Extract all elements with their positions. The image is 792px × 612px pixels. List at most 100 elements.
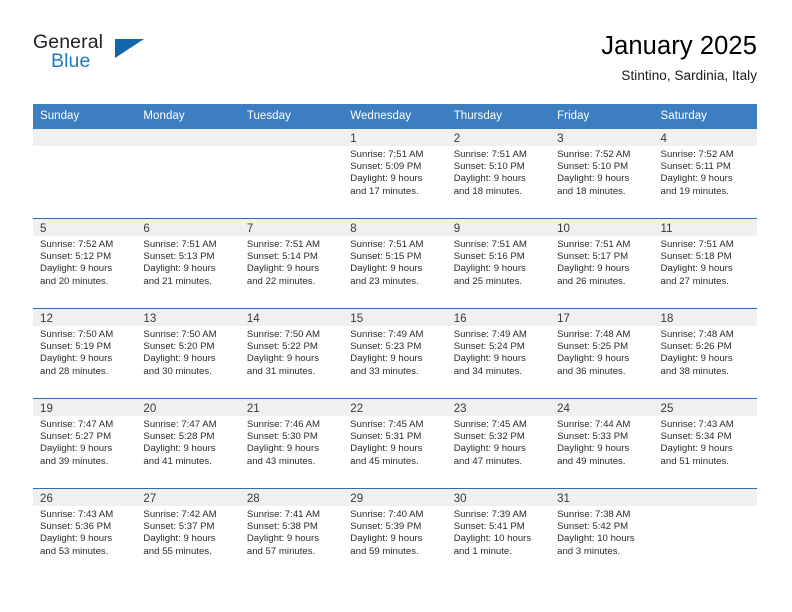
day-number-strip: 17 <box>550 309 654 326</box>
sun-info-line: Sunset: 5:23 PM <box>350 341 422 353</box>
sun-info-line: Sunset: 5:10 PM <box>557 161 629 173</box>
day-number: 3 <box>557 133 564 145</box>
day-number: 13 <box>143 313 157 325</box>
day-number: 18 <box>660 313 674 325</box>
weekday-header-monday: Monday <box>143 110 185 122</box>
calendar-day-cell[interactable]: 7 Sunrise: 7:51 AM Sunset: 5:14 PM Daylight… <box>239 219 344 308</box>
sun-info-line: Sunset: 5:38 PM <box>246 521 318 533</box>
day-number-strip: 4 <box>653 129 757 146</box>
sun-info: Sunrise: 7:43 AM Sunset: 5:36 PM Daylight:… <box>33 506 136 558</box>
sun-info: Sunrise: 7:43 AM Sunset: 5:34 PM Daylight:… <box>654 416 757 468</box>
sun-info-line: Sunrise: 7:41 AM <box>246 509 321 520</box>
day-number-strip: 16 <box>446 309 551 326</box>
calendar-day-cell[interactable]: 21 Sunrise: 7:46 AM Sunset: 5:30 PM Dayligh… <box>239 399 344 488</box>
calendar-day-cell[interactable]: 17 Sunrise: 7:48 AM Sunset: 5:25 PM Dayligh… <box>550 309 654 398</box>
sun-info: Sunrise: 7:47 AM Sunset: 5:28 PM Daylight:… <box>136 416 239 468</box>
page-header: General Blue January 2025 Stintino, Sard… <box>33 30 757 92</box>
calendar-day-cell[interactable]: 24 Sunrise: 7:44 AM Sunset: 5:33 PM Dayligh… <box>550 399 654 488</box>
calendar-day-cell[interactable]: 3 Sunrise: 7:52 AM Sunset: 5:10 PM Daylight… <box>550 129 654 218</box>
sun-info-line: Sunrise: 7:42 AM <box>143 509 217 520</box>
sun-info-line: and 19 minutes. <box>660 185 729 197</box>
calendar-day-cell[interactable]: 2 Sunrise: 7:51 AM Sunset: 5:10 PM Daylight… <box>446 129 551 218</box>
sun-info-line: Sunset: 5:13 PM <box>143 251 215 263</box>
calendar-day-cell[interactable]: 27 Sunrise: 7:42 AM Sunset: 5:37 PM Dayligh… <box>136 489 240 578</box>
calendar-day-cell[interactable]: 6 Sunrise: 7:51 AM Sunset: 5:13 PM Daylight… <box>136 219 240 308</box>
sun-info-line: Sunrise: 7:51 AM <box>246 239 321 250</box>
weekday-header-wednesday: Wednesday <box>350 110 412 122</box>
sun-info-line: Sunrise: 7:49 AM <box>350 329 424 340</box>
sun-info-line: Sunrise: 7:43 AM <box>660 419 734 430</box>
sun-info-line: Sunset: 5:26 PM <box>660 341 732 353</box>
day-number: 25 <box>660 403 674 415</box>
weekday-header-tuesday: Tuesday <box>246 110 291 122</box>
sun-info-line: and 59 minutes. <box>350 545 419 557</box>
calendar-day-cell[interactable]: 20 Sunrise: 7:47 AM Sunset: 5:28 PM Dayligh… <box>136 399 240 488</box>
sun-info: Sunrise: 7:39 AM Sunset: 5:41 PM Daylight:… <box>447 506 550 558</box>
sun-info-line: Sunset: 5:34 PM <box>660 431 732 443</box>
calendar-day-cell[interactable]: 30 Sunrise: 7:39 AM Sunset: 5:41 PM Dayligh… <box>446 489 551 578</box>
day-number: 16 <box>453 313 467 325</box>
calendar-day-cell[interactable]: 11 Sunrise: 7:51 AM Sunset: 5:18 PM Dayligh… <box>653 219 757 308</box>
calendar-day-cell[interactable]: 16 Sunrise: 7:49 AM Sunset: 5:24 PM Dayligh… <box>446 309 551 398</box>
day-number-strip: 28 <box>239 489 344 506</box>
day-number-strip: 12 <box>33 309 137 326</box>
sun-info-line: and 34 minutes. <box>453 365 523 377</box>
sun-info-line: and 3 minutes. <box>557 545 621 557</box>
calendar-day-cell-empty <box>33 129 137 218</box>
page-title: January 2025 <box>601 32 757 60</box>
calendar-day-cell[interactable]: 15 Sunrise: 7:49 AM Sunset: 5:23 PM Dayligh… <box>343 309 447 398</box>
sun-info: Sunrise: 7:51 AM Sunset: 5:10 PM Daylight:… <box>447 146 550 198</box>
calendar-day-cell[interactable]: 9 Sunrise: 7:51 AM Sunset: 5:16 PM Daylight… <box>446 219 551 308</box>
generalblue-logo[interactable]: General Blue <box>33 30 153 82</box>
calendar-day-cell[interactable]: 29 Sunrise: 7:40 AM Sunset: 5:39 PM Dayligh… <box>343 489 447 578</box>
sun-info-line: Sunrise: 7:48 AM <box>660 329 734 340</box>
day-number-strip <box>33 129 137 146</box>
day-number: 1 <box>350 133 357 145</box>
calendar-day-cell[interactable]: 12 Sunrise: 7:50 AM Sunset: 5:19 PM Dayligh… <box>33 309 137 398</box>
calendar-day-cell[interactable]: 26 Sunrise: 7:43 AM Sunset: 5:36 PM Dayligh… <box>33 489 137 578</box>
calendar-day-cell[interactable]: 19 Sunrise: 7:47 AM Sunset: 5:27 PM Dayligh… <box>33 399 137 488</box>
calendar-day-cell[interactable]: 4 Sunrise: 7:52 AM Sunset: 5:11 PM Daylight… <box>653 129 757 218</box>
day-number: 7 <box>246 223 254 235</box>
sun-info: Sunrise: 7:42 AM Sunset: 5:37 PM Daylight:… <box>136 506 239 558</box>
sun-info: Sunrise: 7:50 AM Sunset: 5:20 PM Daylight:… <box>136 326 239 378</box>
sun-info: Sunrise: 7:52 AM Sunset: 5:10 PM Daylight:… <box>550 146 653 198</box>
sun-info-line: Sunrise: 7:49 AM <box>453 329 527 340</box>
calendar-day-cell[interactable]: 8 Sunrise: 7:51 AM Sunset: 5:15 PM Daylight… <box>343 219 447 308</box>
sun-info: Sunrise: 7:52 AM Sunset: 5:12 PM Daylight:… <box>33 236 136 288</box>
day-number: 4 <box>660 133 667 145</box>
calendar-day-cell[interactable]: 18 Sunrise: 7:48 AM Sunset: 5:26 PM Dayligh… <box>653 309 757 398</box>
sun-info: Sunrise: 7:49 AM Sunset: 5:24 PM Daylight:… <box>447 326 550 378</box>
calendar-week-row: 19 Sunrise: 7:47 AM Sunset: 5:27 PM Dayligh… <box>33 398 757 488</box>
calendar-day-cell[interactable]: 10 Sunrise: 7:51 AM Sunset: 5:17 PM Dayligh… <box>550 219 654 308</box>
sun-info-line: Sunset: 5:39 PM <box>350 521 422 533</box>
day-number: 29 <box>350 493 364 505</box>
sun-info-line: Sunset: 5:42 PM <box>557 521 629 533</box>
calendar-day-cell[interactable]: 31 Sunrise: 7:38 AM Sunset: 5:42 PM Dayligh… <box>550 489 654 578</box>
sun-info-line: Sunrise: 7:50 AM <box>246 329 321 340</box>
calendar-day-cell[interactable]: 25 Sunrise: 7:43 AM Sunset: 5:34 PM Dayligh… <box>653 399 757 488</box>
calendar-day-cell[interactable]: 22 Sunrise: 7:45 AM Sunset: 5:31 PM Dayligh… <box>343 399 447 488</box>
sun-info-line: Sunrise: 7:38 AM <box>557 509 631 520</box>
sun-info-line: Sunrise: 7:44 AM <box>557 419 631 430</box>
sun-info: Sunrise: 7:40 AM Sunset: 5:39 PM Daylight:… <box>343 506 446 558</box>
sun-info-line: and 57 minutes. <box>246 545 316 557</box>
calendar-page: General Blue January 2025 Stintino, Sard… <box>0 0 792 612</box>
sun-info-line: Sunrise: 7:50 AM <box>143 329 217 340</box>
calendar-day-cell[interactable]: 28 Sunrise: 7:41 AM Sunset: 5:38 PM Dayligh… <box>239 489 344 578</box>
calendar-day-cell[interactable]: 13 Sunrise: 7:50 AM Sunset: 5:20 PM Dayligh… <box>136 309 240 398</box>
sun-info-line: and 36 minutes. <box>557 365 626 377</box>
day-number: 26 <box>40 493 53 505</box>
calendar-day-cell[interactable]: 1 Sunrise: 7:51 AM Sunset: 5:09 PM Daylight… <box>343 129 447 218</box>
calendar-day-cell[interactable]: 14 Sunrise: 7:50 AM Sunset: 5:22 PM Dayligh… <box>239 309 344 398</box>
day-number: 30 <box>453 493 467 505</box>
sun-info-line: Sunset: 5:33 PM <box>557 431 629 443</box>
sun-info-line: Daylight: 9 hours <box>143 443 216 455</box>
sun-info-line: Daylight: 9 hours <box>40 263 113 275</box>
sun-info-line: Sunrise: 7:51 AM <box>350 239 424 250</box>
calendar-week-row: 12 Sunrise: 7:50 AM Sunset: 5:19 PM Dayligh… <box>33 308 757 398</box>
day-number: 27 <box>143 493 157 505</box>
calendar-day-cell[interactable]: 5 Sunrise: 7:52 AM Sunset: 5:12 PM Daylight… <box>33 219 137 308</box>
sun-info-line: Daylight: 9 hours <box>660 353 733 365</box>
calendar-day-cell[interactable]: 23 Sunrise: 7:45 AM Sunset: 5:32 PM Dayligh… <box>446 399 551 488</box>
